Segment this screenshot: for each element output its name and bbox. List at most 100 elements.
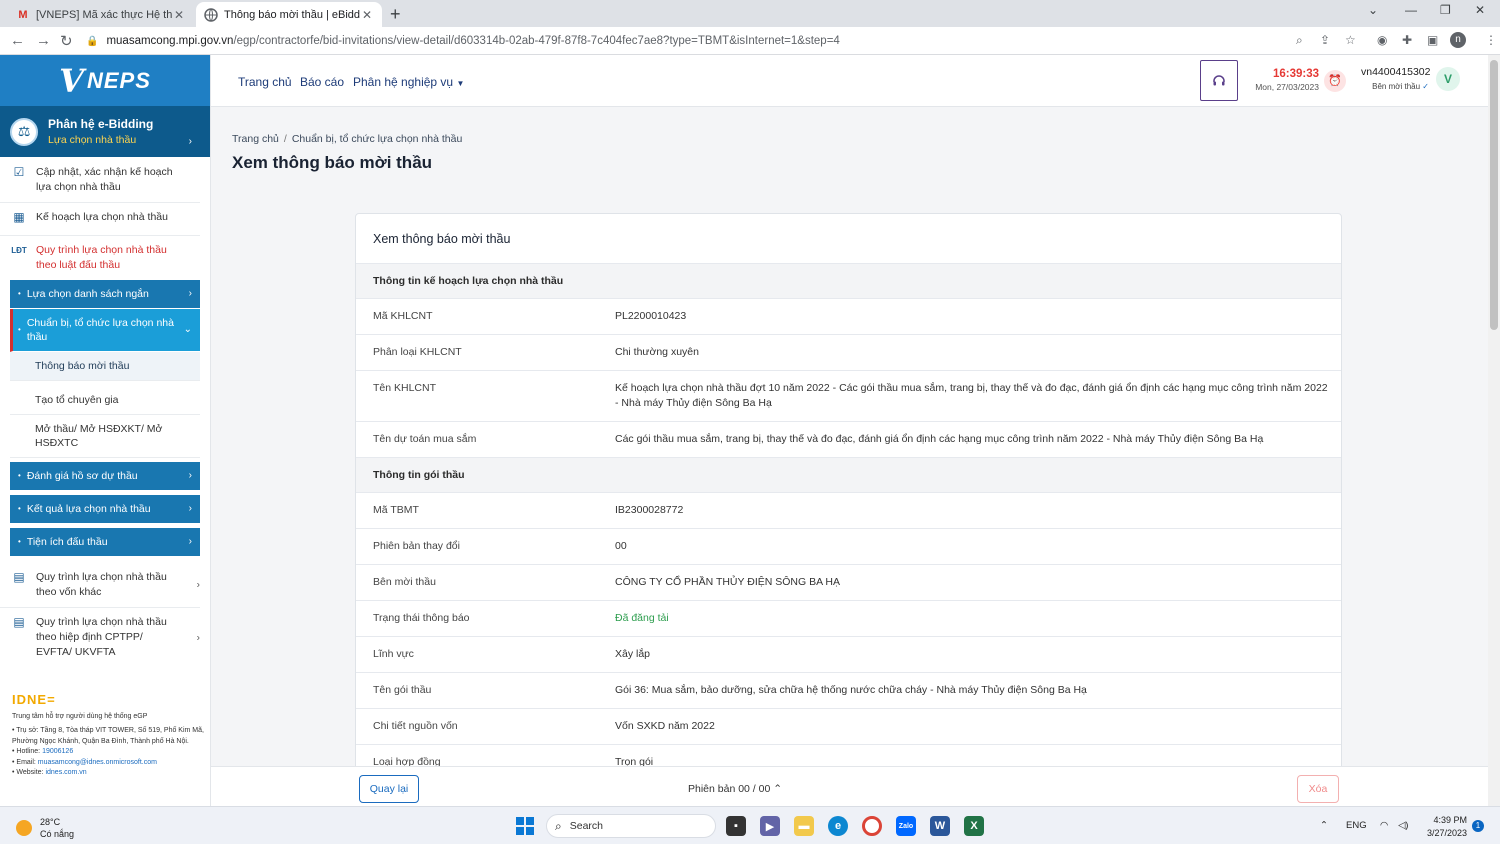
- sidebar-sub-result[interactable]: • Kết quả lựa chọn nhà thầu ›: [10, 495, 200, 524]
- table-row: Chi tiết nguồn vốn Vốn SXKD năm 2022: [356, 709, 1341, 745]
- menu-dots-icon[interactable]: ⋮: [1485, 33, 1497, 47]
- top-header: Trang chủ Báo cáo Phân hệ nghiệp vụ ▼ 16…: [211, 55, 1488, 107]
- sidebar-leaf-open-bid[interactable]: Mở thầu/ Mở HSĐXKT/ Mở HSĐXTC: [10, 415, 200, 458]
- chevron-right-icon: ›: [188, 288, 192, 299]
- section-package-info: Thông tin gói thầu: [356, 458, 1341, 493]
- email-link[interactable]: muasamcong@idnes.onmicrosoft.com: [38, 759, 157, 766]
- sidepanel-icon[interactable]: ▣: [1427, 33, 1438, 47]
- chrome-icon[interactable]: [862, 816, 882, 836]
- teams-icon[interactable]: ▶: [760, 816, 780, 836]
- browser-tab-strip: M [VNEPS] Mã xác thực Hệ thống m ✕ Thông…: [0, 0, 1500, 27]
- nav-home[interactable]: Trang chủ: [238, 75, 292, 89]
- sidebar-leaf-bid-notice[interactable]: Thông báo mời thầu: [10, 352, 200, 381]
- sidebar-item-process-law[interactable]: LĐT Quy trình lựa chọn nhà thầu theo luậ…: [0, 236, 200, 280]
- module-title: Phân hệ e-Bidding: [48, 117, 154, 131]
- zoom-icon[interactable]: ⌕: [1296, 33, 1303, 48]
- profile-avatar[interactable]: n: [1450, 32, 1466, 48]
- sidebar-item-process-other[interactable]: ▤ Quy trình lựa chọn nhà thầu theo vốn k…: [0, 563, 200, 608]
- gmail-icon: M: [18, 8, 28, 21]
- file-explorer-icon[interactable]: ▬: [794, 816, 814, 836]
- alarm-clock-icon[interactable]: ⏰: [1324, 70, 1346, 92]
- sun-icon: [16, 820, 32, 836]
- delete-button[interactable]: Xóa: [1297, 775, 1339, 803]
- sidebar-sub-utilities[interactable]: • Tiện ích đấu thầu ›: [10, 528, 200, 557]
- tab-search-icon[interactable]: ⌄: [1368, 3, 1378, 17]
- system-clock[interactable]: 4:39 PM 3/27/2023: [1422, 814, 1467, 840]
- chevron-right-icon: ›: [188, 136, 192, 147]
- chevron-down-icon: ⌄: [183, 324, 192, 335]
- sidebar-item-plan[interactable]: ▦ Kế hoạch lựa chọn nhà thầu: [0, 203, 200, 236]
- status-value: Đã đăng tải: [615, 612, 669, 624]
- windows-start-icon[interactable]: [516, 817, 534, 835]
- breadcrumb-home[interactable]: Trang chủ: [232, 133, 279, 145]
- document-icon: ▤: [13, 570, 25, 584]
- chevron-right-icon: ›: [188, 536, 192, 547]
- website-link[interactable]: idnes.com.vn: [45, 769, 86, 776]
- wifi-icon[interactable]: ◠: [1380, 820, 1388, 831]
- user-info[interactable]: vn4400415302 Bên mời thầu ✓: [1361, 66, 1431, 91]
- page-scrollbar[interactable]: [1488, 55, 1500, 806]
- idnes-logo: IDNE=: [12, 692, 56, 707]
- address-bar[interactable]: 🔒 muasamcong.mpi.gov.vn/egp/contractorfe…: [86, 29, 1366, 53]
- language-indicator[interactable]: ENG: [1346, 820, 1367, 831]
- browser-tab-gmail[interactable]: M [VNEPS] Mã xác thực Hệ thống m ✕: [8, 2, 194, 27]
- word-icon[interactable]: W: [930, 816, 950, 836]
- search-icon: ⌕: [555, 818, 562, 833]
- zalo-icon[interactable]: Zalo: [896, 816, 916, 836]
- table-row: Phân loại KHLCNT Chi thường xuyên: [356, 335, 1341, 371]
- scrollbar-thumb[interactable]: [1490, 60, 1498, 330]
- puzzle-icon[interactable]: ✚: [1402, 33, 1412, 47]
- sidebar-sub-shortlist[interactable]: • Lựa chọn danh sách ngắn ›: [10, 280, 200, 309]
- sidebar-sub-evaluate[interactable]: • Đánh giá hồ sơ dự thầu ›: [10, 462, 200, 491]
- forward-icon[interactable]: →: [36, 32, 51, 49]
- windows-taskbar: 28°C Có nắng ⌕ Search ▪ ▶ ▬ e Zalo W X ⌃ …: [0, 806, 1500, 844]
- lock-icon: 🔒: [86, 35, 99, 47]
- close-tab-icon[interactable]: ✕: [360, 8, 374, 22]
- notification-badge[interactable]: 1: [1472, 820, 1484, 832]
- page-title: Xem thông báo mời thầu: [232, 153, 433, 172]
- chevron-right-icon: ›: [188, 470, 192, 481]
- task-view-icon[interactable]: ▪: [726, 816, 746, 836]
- sidebar-item-update-plan[interactable]: ☑ Cập nhật, xác nhận kế hoạch lựa chọn n…: [0, 157, 200, 203]
- sidebar-leaf-expert-group[interactable]: Tạo tổ chuyên gia: [10, 381, 200, 415]
- excel-icon[interactable]: X: [964, 816, 984, 836]
- sidebar-sub-prepare[interactable]: • Chuẩn bị, tổ chức lựa chọn nhà thầu ⌄: [10, 309, 200, 352]
- tray-chevron-up-icon[interactable]: ⌃: [1320, 820, 1328, 831]
- close-window-button[interactable]: ✕: [1475, 3, 1485, 17]
- breadcrumb-prepare[interactable]: Chuẩn bị, tổ chức lựa chọn nhà thầu: [292, 133, 463, 145]
- sidebar-item-process-treaty[interactable]: ▤ Quy trình lựa chọn nhà thầu theo hiệp …: [0, 608, 200, 667]
- table-row: Tên gói thầu Gói 36: Mua sắm, bảo dưỡng,…: [356, 673, 1341, 709]
- back-icon[interactable]: ←: [10, 32, 25, 49]
- close-tab-icon[interactable]: ✕: [172, 8, 186, 22]
- taskbar-search[interactable]: ⌕ Search: [546, 814, 716, 838]
- support-headset-button[interactable]: [1200, 60, 1238, 101]
- minimize-button[interactable]: —: [1405, 3, 1417, 17]
- nav-modules[interactable]: Phân hệ nghiệp vụ ▼: [353, 75, 464, 89]
- caret-down-icon: ▼: [456, 79, 465, 88]
- bookmark-star-icon[interactable]: ☆: [1345, 33, 1356, 47]
- browser-toolbar: ← → ↻ 🔒 muasamcong.mpi.gov.vn/egp/contra…: [0, 27, 1500, 55]
- chevron-right-icon: ›: [196, 579, 200, 591]
- avatar[interactable]: V: [1436, 67, 1460, 91]
- browser-tab-ebidding[interactable]: Thông báo mời thầu | eBidding ✕: [196, 2, 382, 27]
- server-clock: 16:39:33 Mon, 27/03/2023: [1255, 68, 1319, 92]
- table-row: Tên dự toán mua sắm Các gói thầu mua sắm…: [356, 422, 1341, 458]
- back-button[interactable]: Quay lại: [359, 775, 419, 803]
- table-row: Mã TBMT IB2300028772: [356, 493, 1341, 529]
- table-row: Phiên bản thay đổi 00: [356, 529, 1341, 565]
- maximize-button[interactable]: ❐: [1440, 3, 1451, 17]
- volume-icon[interactable]: ◁): [1398, 820, 1408, 831]
- vneps-logo[interactable]: V NEPS: [0, 55, 210, 106]
- edge-icon[interactable]: e: [828, 816, 848, 836]
- nav-reports[interactable]: Báo cáo: [300, 75, 344, 89]
- table-row: Trạng thái thông báo Đã đăng tải: [356, 601, 1341, 637]
- new-tab-button[interactable]: +: [390, 4, 401, 25]
- extension-icon[interactable]: ◉: [1377, 33, 1387, 47]
- reload-icon[interactable]: ↻: [60, 32, 73, 50]
- share-icon[interactable]: ⇪: [1320, 33, 1330, 47]
- module-selector[interactable]: ⚖ Phân hệ e-Bidding Lựa chọn nhà thầu ›: [0, 106, 210, 157]
- sidebar: V NEPS ⚖ Phân hệ e-Bidding Lựa chọn nhà t…: [0, 55, 211, 806]
- weather-widget[interactable]: 28°C Có nắng: [16, 816, 74, 840]
- version-selector[interactable]: Phiên bản 00 / 00 ⌃: [688, 783, 782, 795]
- hotline-link[interactable]: 19006126: [42, 748, 73, 755]
